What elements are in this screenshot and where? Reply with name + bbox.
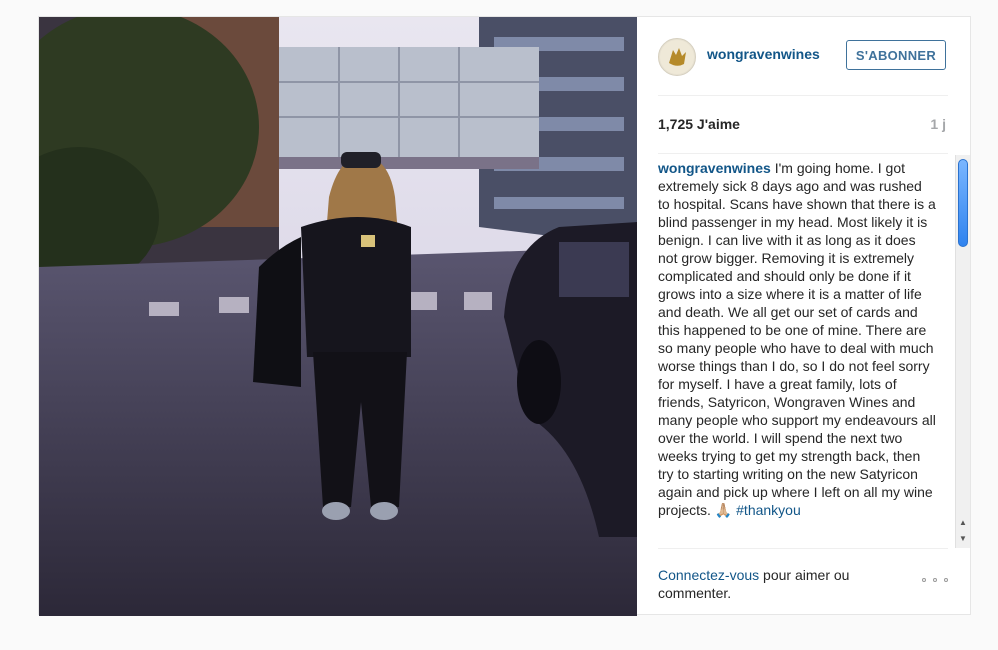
ellipsis-icon[interactable] (922, 573, 948, 587)
post-stats: 1,725 J'aime 1 j (658, 95, 948, 154)
follow-button[interactable]: S'ABONNER (846, 40, 946, 70)
caption-text: I'm going home. I got extremely sick 8 d… (658, 160, 936, 518)
photo-illustration (39, 17, 637, 616)
up-arrow-icon[interactable]: ▲ (956, 516, 970, 530)
post-footer: Connectez-vous pour aimer ou commenter. (658, 548, 948, 617)
wolf-logo-icon (660, 40, 694, 74)
avatar[interactable] (658, 38, 696, 76)
scrollbar-thumb[interactable] (958, 159, 968, 247)
post-card: wongravenwines S'ABONNER 1,725 J'aime 1 … (38, 16, 972, 616)
caption-emoji: 🙏🏼 (714, 502, 733, 518)
dot (933, 578, 937, 582)
caption-username[interactable]: wongravenwines (658, 160, 771, 176)
down-arrow-icon[interactable]: ▼ (956, 532, 970, 546)
caption-area[interactable]: wongravenwines I'm going home. I got ext… (658, 153, 953, 548)
dot (944, 578, 948, 582)
caption-scrollbar[interactable]: ▲ ▼ (955, 155, 970, 548)
login-prompt: Connectez-vous pour aimer ou commenter. (658, 566, 888, 602)
caption-hashtag[interactable]: #thankyou (732, 502, 801, 518)
login-link[interactable]: Connectez-vous (658, 567, 759, 583)
likes-count[interactable]: 1,725 J'aime (658, 116, 740, 132)
dot (922, 578, 926, 582)
post-time[interactable]: 1 j (930, 116, 946, 132)
caption: wongravenwines I'm going home. I got ext… (658, 159, 936, 519)
post-sidebar: wongravenwines S'ABONNER 1,725 J'aime 1 … (637, 17, 972, 616)
post-photo[interactable] (39, 17, 637, 616)
post-header: wongravenwines S'ABONNER (658, 17, 948, 96)
post-username[interactable]: wongravenwines (707, 46, 820, 62)
